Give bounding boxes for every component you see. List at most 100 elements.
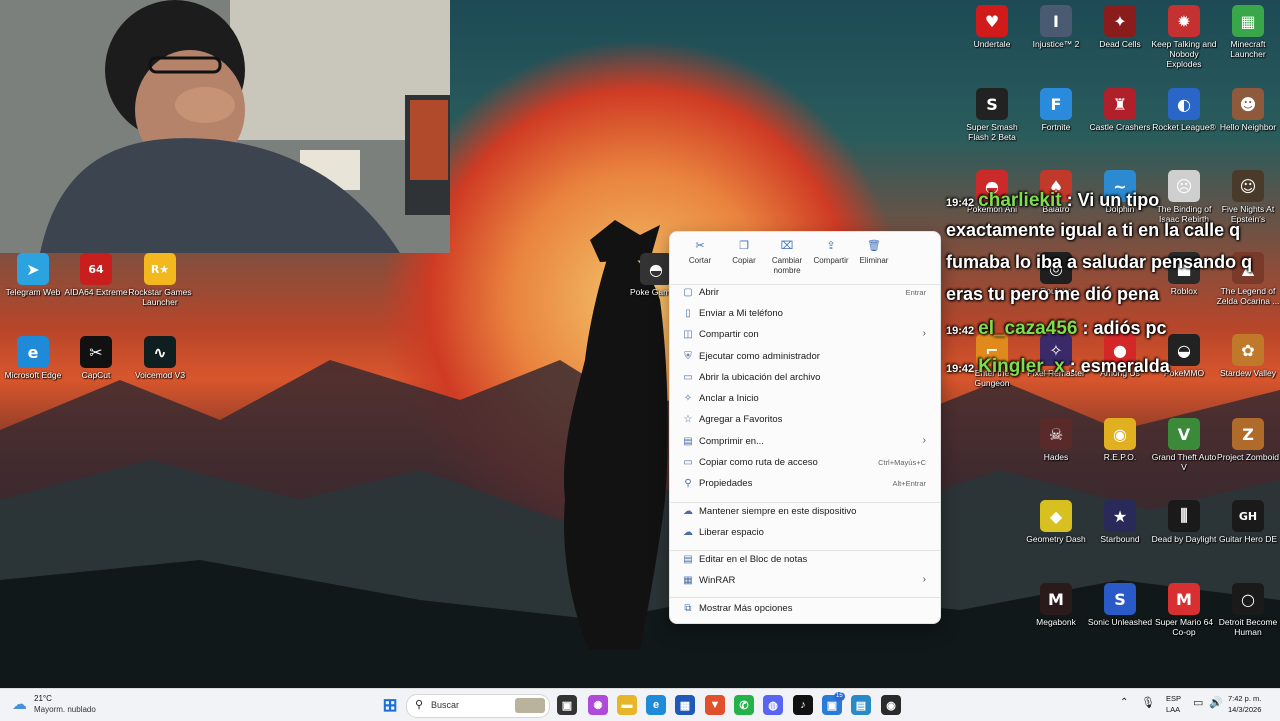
- menu-item-ejecutar-como-administrador[interactable]: ⛨ Ejecutar como administrador: [676, 347, 934, 368]
- weather-cloud-icon: ☁: [12, 696, 27, 713]
- desktop-icon-label: Voicemod V3: [134, 370, 186, 380]
- volume-icon[interactable]: 🔊: [1209, 696, 1223, 709]
- menu-item-propiedades[interactable]: ⚲ Propiedades Alt+Entrar: [676, 474, 934, 495]
- desktop-icon[interactable]: ▦ Minecraft Launcher: [1215, 5, 1280, 59]
- menu-item-enviar-a-mi-teléfono[interactable]: ▯ Enviar a Mi teléfono: [676, 304, 934, 325]
- start-button[interactable]: ⊞: [380, 695, 400, 715]
- castle-crashers-icon: ♜: [1104, 88, 1136, 120]
- show-hidden-icons-chevron[interactable]: ⌃: [1120, 697, 1128, 708]
- brave-icon[interactable]: ▼: [705, 695, 725, 715]
- menu-item-label: Mostrar Más opciones: [699, 603, 793, 614]
- search-box[interactable]: ⚲ Buscar: [406, 694, 550, 718]
- microphone-icon[interactable]: 🎙: [1141, 696, 1155, 709]
- obs-icon[interactable]: ◉: [881, 695, 901, 715]
- weather-widget[interactable]: ☁ 21°C Mayorm. nublado: [10, 693, 110, 717]
- clock-time[interactable]: 7:42 p. m.: [1228, 694, 1261, 703]
- desktop-icon[interactable]: ✿ Stardew Valley: [1215, 334, 1280, 378]
- desktop-icon[interactable]: ∿ Voicemod V3: [127, 336, 193, 380]
- quick-action-eliminar[interactable]: 🗑 Eliminar: [854, 238, 894, 266]
- desktop-icon[interactable]: ◉ R.E.P.O.: [1087, 418, 1153, 462]
- folder-icon: ▭: [683, 372, 693, 383]
- desktop-icon[interactable]: ☻ Hello Neighbor: [1215, 88, 1280, 132]
- desktop-icon[interactable]: M Megabonk: [1023, 583, 1089, 627]
- desktop-icon[interactable]: ★ Starbound: [1087, 500, 1153, 544]
- clock-date[interactable]: 14/3/2026: [1228, 705, 1261, 714]
- quick-action-cortar[interactable]: ✂ Cortar: [680, 238, 720, 266]
- menu-item-liberar-espacio[interactable]: ☁ Liberar espacio: [676, 523, 934, 544]
- desktop-icon[interactable]: ○ Detroit Become Human: [1215, 583, 1280, 637]
- tiktok-icon[interactable]: ♪: [793, 695, 813, 715]
- menu-item-anclar-a-inicio[interactable]: ✧ Anclar a Inicio: [676, 389, 934, 410]
- quick-action-label: Cambiar nombre: [771, 256, 803, 275]
- whatsapp-icon[interactable]: ✆: [734, 695, 754, 715]
- desktop-icon-label: Hades: [1043, 452, 1069, 462]
- copilot-icon[interactable]: ✺: [588, 695, 608, 715]
- menu-separator: [670, 550, 940, 551]
- desktop-icon[interactable]: ✂ CapCut: [63, 336, 129, 380]
- search-input[interactable]: Buscar: [431, 700, 459, 710]
- desktop-icon[interactable]: ✦ Dead Cells: [1087, 5, 1153, 49]
- desktop-icon[interactable]: ➤ Telegram Web: [0, 253, 66, 297]
- store-icon[interactable]: ▦: [675, 695, 695, 715]
- network-icon[interactable]: ▭: [1193, 696, 1203, 709]
- dead-cells-icon: ✦: [1104, 5, 1136, 37]
- quick-action-cambiar-nombre[interactable]: ⌧ Cambiar nombre: [767, 238, 807, 276]
- desktop-icon[interactable]: ♜ Castle Crashers: [1087, 88, 1153, 132]
- desktop-icon[interactable]: M Super Mario 64 Co-op: [1151, 583, 1217, 637]
- desktop-icon[interactable]: ♥ Undertale: [959, 5, 1025, 49]
- desktop-icon-label: Grand Theft Auto V: [1151, 452, 1217, 472]
- desktop-icon[interactable]: ☺ Five Nights At Epstein's: [1215, 170, 1280, 224]
- keyboard-layout-indicator[interactable]: LAA: [1166, 705, 1180, 714]
- desktop-icon[interactable]: e Microsoft Edge: [0, 336, 66, 380]
- chat-text: : adiós pc: [1077, 318, 1167, 338]
- phone-icon: ▯: [685, 308, 691, 319]
- desktop-icon[interactable]: Z Project Zomboid: [1215, 418, 1280, 462]
- menu-item-copiar-como-ruta-de-acceso[interactable]: ▭ Copiar como ruta de acceso Ctrl+Mayús+C: [676, 453, 934, 474]
- menu-item-abrir[interactable]: ▢ Abrir Entrar: [676, 283, 934, 304]
- desktop-icon[interactable]: ☹ The Binding of Isaac Rebirth: [1151, 170, 1217, 224]
- desktop-icon[interactable]: S Super Smash Flash 2 Beta: [959, 88, 1025, 142]
- menu-item-editar-en-el-bloc-de-notas[interactable]: ▤ Editar en el Bloc de notas: [676, 550, 934, 571]
- quick-action-copiar[interactable]: ❐ Copiar: [724, 238, 764, 266]
- menu-item-shortcut: Entrar: [905, 288, 926, 297]
- desktop-icon[interactable]: I Injustice™ 2: [1023, 5, 1089, 49]
- desktop-icon-label: Starbound: [1100, 534, 1140, 544]
- desktop-icon[interactable]: F Fortnite: [1023, 88, 1089, 132]
- quick-action-label: Compartir: [813, 256, 849, 265]
- desktop-icon[interactable]: V Grand Theft Auto V: [1151, 418, 1217, 472]
- menu-item-comprimir-en[interactable]: ▤ Comprimir en... ›: [676, 432, 934, 453]
- menu-item-winrar[interactable]: ▦ WinRAR ›: [676, 571, 934, 592]
- desktop-icon[interactable]: ◐ Rocket League®: [1151, 88, 1217, 132]
- language-indicator[interactable]: ESP: [1166, 694, 1181, 703]
- menu-item-label: Enviar a Mi teléfono: [699, 308, 783, 319]
- desktop-icon[interactable]: GH Guitar Hero DE: [1215, 500, 1280, 544]
- menu-item-label: Mantener siempre en este dispositivo: [699, 506, 857, 517]
- menu-item-mostrar-más-opciones[interactable]: ⧉ Mostrar Más opciones: [676, 599, 934, 620]
- desktop-icon[interactable]: R★ Rockstar Games Launcher: [127, 253, 193, 307]
- menu-item-abrir-la-ubicación-del-archivo[interactable]: ▭ Abrir la ubicación del archivo: [676, 368, 934, 389]
- menu-item-mantener-siempre-en-este-dispositivo[interactable]: ☁ Mantener siempre en este dispositivo: [676, 502, 934, 523]
- file-explorer-icon[interactable]: ▬: [617, 695, 637, 715]
- chat-username: charliekit: [978, 190, 1062, 211]
- quick-action-compartir[interactable]: ⇪ Compartir: [811, 238, 851, 266]
- pokegamma-icon: ◓: [640, 253, 672, 285]
- task-view-icon[interactable]: ▣: [557, 695, 577, 715]
- edge-taskbar-icon[interactable]: e: [646, 695, 666, 715]
- notepad-taskbar-icon[interactable]: ▤: [851, 695, 871, 715]
- open-icon: ▢: [683, 287, 693, 298]
- desktop-icon[interactable]: ✹ Keep Talking and Nobody Explodes: [1151, 5, 1217, 69]
- desktop-icon-label: Geometry Dash: [1026, 534, 1086, 544]
- desktop-icon[interactable]: 64 AIDA64 Extreme: [63, 253, 129, 297]
- desktop-icon[interactable]: ☠ Hades: [1023, 418, 1089, 462]
- desktop-icon-label: CapCut: [81, 370, 111, 380]
- cloud-sync-icon: ☁: [683, 506, 693, 517]
- menu-separator: [670, 502, 940, 503]
- desktop-icon[interactable]: S Sonic Unleashed: [1087, 583, 1153, 627]
- menu-item-compartir-con[interactable]: ◫ Compartir con ›: [676, 325, 934, 346]
- desktop-icon[interactable]: ⫼ Dead by Daylight: [1151, 500, 1217, 544]
- discord-icon[interactable]: ◍: [763, 695, 783, 715]
- starbound-icon: ★: [1104, 500, 1136, 532]
- menu-item-agregar-a-favoritos[interactable]: ☆ Agregar a Favoritos: [676, 410, 934, 431]
- taskbar: ☁ 21°C Mayorm. nublado ⊞ ▣ ✺ ▬ e ▦ ▼ ✆ ◍ ♪ ▣ 15 ▤ ◉ ⚲…: [0, 688, 1280, 721]
- desktop-icon[interactable]: ◆ Geometry Dash: [1023, 500, 1089, 544]
